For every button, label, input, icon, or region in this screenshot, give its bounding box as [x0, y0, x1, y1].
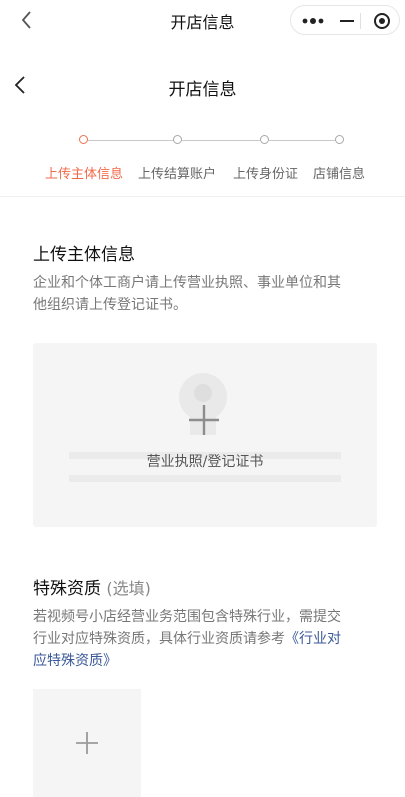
special-qualification-upload[interactable]: [33, 689, 141, 797]
step-connector: [182, 140, 260, 141]
special-desc-text: 行业对应特殊资质，具体行业资质请参考: [33, 631, 285, 647]
plus-icon[interactable]: [75, 731, 99, 755]
step-label-2: 上传结算账户: [138, 167, 217, 182]
special-desc-line: 若视频号小店经营业务范围包含特殊行业，需提交: [33, 609, 341, 625]
minimize-icon[interactable]: [340, 20, 354, 22]
step-dot-3: [260, 135, 269, 144]
page-header: 开店信息: [0, 62, 405, 110]
industry-qualification-link[interactable]: 《行业对: [285, 631, 341, 647]
step-label-4: 店铺信息: [313, 167, 366, 182]
step-dot-2: [173, 135, 182, 144]
step-dot-1: [79, 135, 88, 144]
plus-icon[interactable]: [187, 403, 221, 437]
industry-qualification-link[interactable]: 应特殊资质》: [33, 650, 378, 672]
special-title-text: 特殊资质: [33, 579, 101, 599]
placeholder-bar: [69, 475, 341, 482]
capsule-separator: [360, 13, 361, 29]
business-license-upload[interactable]: 营业执照/登记证书: [33, 343, 377, 527]
subject-section-title: 上传主体信息: [33, 245, 135, 265]
subject-desc-line: 企业和个体工商户请上传营业执照、事业单位和其: [33, 275, 341, 291]
subject-desc-line: 他组织请上传登记证书。: [33, 297, 187, 313]
step-label-1: 上传主体信息: [45, 167, 124, 182]
special-desc-line: 行业对应特殊资质，具体行业资质请参考《行业对: [33, 628, 378, 650]
step-connector: [269, 140, 335, 141]
section-divider: [0, 196, 405, 197]
special-section-title: 特殊资质 (选填): [33, 574, 151, 599]
mini-program-bar: 开店信息: [0, 0, 405, 40]
step-dot-4: [335, 135, 344, 144]
step-connector: [88, 140, 174, 141]
special-section-desc: 若视频号小店经营业务范围包含特殊行业，需提交 行业对应特殊资质，具体行业资质请参…: [33, 606, 378, 672]
upload-label: 营业执照/登记证书: [146, 454, 264, 470]
step-label-3: 上传身份证: [233, 167, 299, 182]
optional-tag: (选填): [106, 579, 151, 598]
close-target-icon[interactable]: [374, 13, 390, 29]
page-title: 开店信息: [168, 80, 237, 100]
subject-section-desc: 企业和个体工商户请上传营业执照、事业单位和其 他组织请上传登记证书。: [33, 272, 378, 316]
capsule-menu: [290, 5, 400, 35]
more-dots-icon[interactable]: [301, 6, 325, 36]
